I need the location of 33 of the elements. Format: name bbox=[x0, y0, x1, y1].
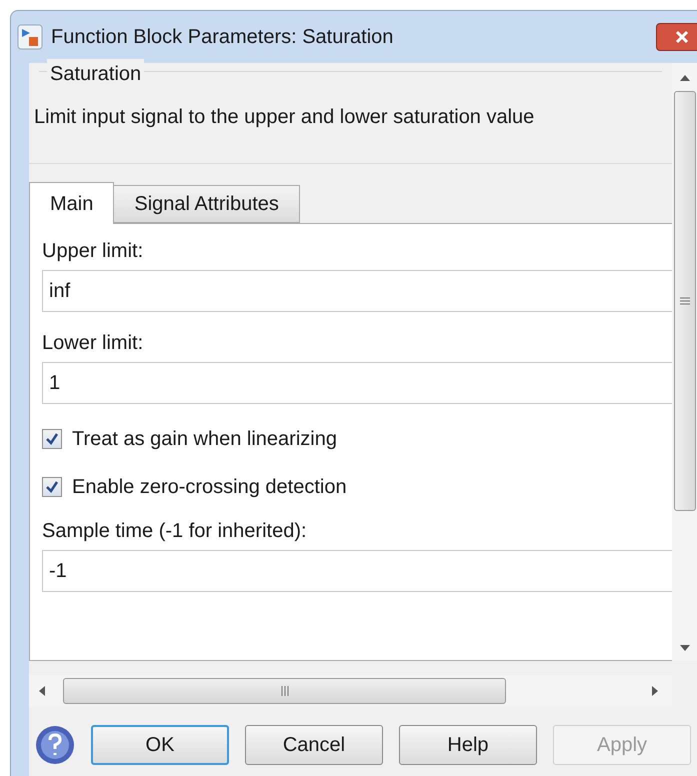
dialog-button[interactable]: OK bbox=[91, 725, 229, 765]
block-description: Limit input signal to the upper and lower saturation value bbox=[34, 105, 536, 130]
field-label: Upper limit: bbox=[42, 239, 144, 264]
tab[interactable]: Main bbox=[29, 182, 114, 224]
vertical-scrollbar[interactable] bbox=[672, 63, 697, 661]
input-field[interactable]: 1 bbox=[42, 362, 672, 404]
scroll-right-icon bbox=[652, 686, 658, 696]
grip-icon bbox=[280, 686, 288, 696]
input-field[interactable]: -1 bbox=[42, 550, 672, 592]
help-icon[interactable] bbox=[35, 725, 75, 765]
checkbox-label: Treat as gain when linearizing bbox=[72, 427, 337, 452]
tab[interactable]: Signal Attributes bbox=[114, 185, 300, 223]
dialog-button[interactable]: Help bbox=[399, 725, 537, 765]
dialog-button[interactable]: Cancel bbox=[245, 725, 383, 765]
scroll-thumb[interactable] bbox=[63, 678, 506, 704]
close-button[interactable] bbox=[656, 23, 697, 51]
scroll-thumb[interactable] bbox=[674, 91, 696, 511]
scroll-up-icon bbox=[680, 75, 690, 81]
block-icon bbox=[17, 24, 43, 50]
checkbox[interactable] bbox=[42, 429, 62, 449]
scroll-left-icon bbox=[39, 686, 45, 696]
checkbox[interactable] bbox=[42, 477, 62, 497]
check-icon bbox=[45, 480, 59, 494]
checkbox-label: Enable zero-crossing detection bbox=[72, 475, 347, 500]
field-label: Sample time (-1 for inherited): bbox=[42, 519, 308, 544]
check-icon bbox=[45, 432, 59, 446]
horizontal-scrollbar[interactable] bbox=[29, 675, 672, 707]
window-title: Function Block Parameters: Saturation bbox=[51, 25, 394, 50]
scroll-down-icon bbox=[680, 645, 690, 651]
close-icon bbox=[675, 30, 689, 44]
input-field[interactable]: inf bbox=[42, 270, 672, 312]
grip-icon bbox=[680, 297, 690, 305]
field-label: Lower limit: bbox=[42, 331, 144, 356]
